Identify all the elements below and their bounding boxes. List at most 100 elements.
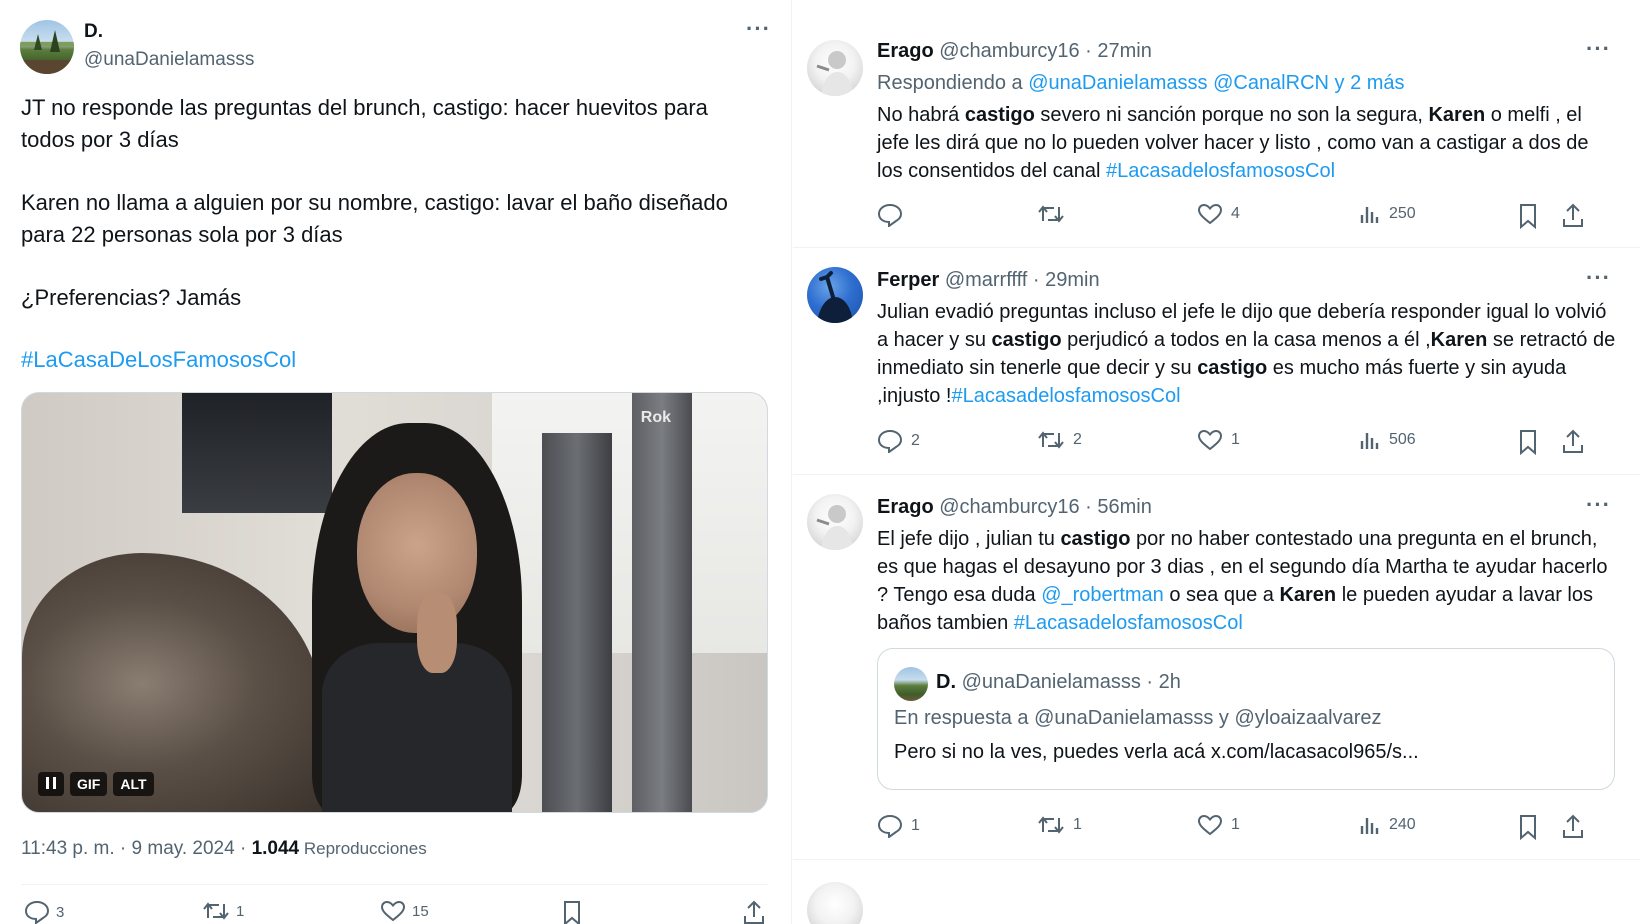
avatar[interactable] xyxy=(807,267,863,323)
reply-button[interactable]: 2 xyxy=(877,429,920,453)
reply-actions: 4 250 xyxy=(877,203,1617,231)
avatar xyxy=(894,667,928,701)
reply-time[interactable]: · 27min xyxy=(1080,40,1152,62)
timestamp[interactable]: 11:43 p. m. · 9 may. 2024 · xyxy=(21,838,252,859)
repost-button[interactable]: 1 xyxy=(202,900,244,922)
like-button[interactable]: 4 xyxy=(1197,203,1240,225)
author-name[interactable]: Erago xyxy=(877,496,934,518)
divider xyxy=(21,884,768,885)
like-button[interactable]: 1 xyxy=(1197,814,1240,836)
bookmark-icon xyxy=(1517,203,1539,229)
share-button[interactable] xyxy=(1561,814,1585,840)
avatar[interactable] xyxy=(807,494,863,550)
share-icon xyxy=(742,900,766,924)
more-icon[interactable]: ··· xyxy=(1586,492,1611,518)
reply-tweet[interactable]: Erago @chamburcy16 · 27min ··· Respondie… xyxy=(793,0,1640,248)
reply-count: 3 xyxy=(56,903,65,921)
pause-icon xyxy=(45,776,57,790)
like-count: 1 xyxy=(1231,431,1240,448)
reply-time[interactable]: · 29min xyxy=(1027,269,1100,291)
share-button[interactable] xyxy=(742,900,766,924)
hashtag-link[interactable]: @_robertman xyxy=(1041,584,1164,606)
author-name[interactable]: Ferper xyxy=(877,269,939,291)
reply-tweet[interactable]: Ferper @marrffff · 29min ··· Julian evad… xyxy=(793,249,1640,475)
author-name[interactable]: D. xyxy=(84,21,103,43)
views-button[interactable]: 250 xyxy=(1359,203,1416,225)
avatar xyxy=(807,882,863,924)
hashtag-link[interactable]: #LaCasaDeLosFamososCol xyxy=(21,344,761,376)
repost-count: 1 xyxy=(1073,816,1082,833)
reply-actions: 1 1 1 240 xyxy=(877,774,1617,840)
pause-button[interactable] xyxy=(38,772,64,796)
hashtag-link[interactable]: #LacasadelosfamososCol xyxy=(951,385,1180,407)
reply-time[interactable]: · 56min xyxy=(1080,496,1152,518)
highlight-term: castigo xyxy=(964,104,1035,126)
more-icon[interactable]: ··· xyxy=(1586,265,1611,291)
like-count: 1 xyxy=(1231,816,1240,833)
reply-tweet-partial[interactable] xyxy=(793,876,1640,924)
reply-header: Ferper @marrffff · 29min xyxy=(877,269,1100,292)
gif-media[interactable]: Rok GIF ALT xyxy=(21,392,768,813)
repost-button[interactable]: 1 xyxy=(1037,814,1082,836)
quote-text: Pero si no la ves, puedes verla acá x.co… xyxy=(894,741,1419,763)
views-icon xyxy=(1359,814,1381,836)
like-button[interactable]: 1 xyxy=(1197,429,1240,451)
alt-badge[interactable]: ALT xyxy=(113,772,154,796)
hashtag-link[interactable]: #LacasadelosfamososCol xyxy=(1106,160,1335,182)
like-button[interactable]: 15 xyxy=(380,900,429,922)
reply-text: El jefe dijo , julian tu castigo por no … xyxy=(877,525,1617,637)
repost-button[interactable]: 2 xyxy=(1037,429,1082,451)
views-icon xyxy=(1359,429,1381,451)
share-icon xyxy=(1561,429,1585,455)
share-button[interactable] xyxy=(1561,203,1585,229)
quote-time: · 2h xyxy=(1140,671,1181,693)
like-icon xyxy=(1197,429,1223,451)
author-handle[interactable]: @unaDanielamasss xyxy=(84,49,254,71)
view-count: 506 xyxy=(1389,431,1416,448)
tweet-text: JT no responde las preguntas del brunch,… xyxy=(21,92,761,407)
repost-icon xyxy=(202,900,230,922)
replying-to-link[interactable]: @unaDanielamasss @CanalRCN y 2 más xyxy=(1028,72,1404,94)
bookmark-button[interactable] xyxy=(561,900,583,924)
reply-button[interactable]: 1 xyxy=(877,814,920,838)
hashtag-link[interactable]: #LacasadelosfamososCol xyxy=(1014,612,1243,634)
bookmark-button[interactable] xyxy=(1517,203,1539,229)
reply-icon xyxy=(24,900,50,924)
highlight-term: Karen xyxy=(1430,329,1488,351)
like-count: 4 xyxy=(1231,205,1240,222)
like-icon xyxy=(1197,203,1223,225)
reply-header: Erago @chamburcy16 · 56min xyxy=(877,496,1152,519)
views-button[interactable]: 506 xyxy=(1359,429,1416,451)
tweet-paragraph: ¿Preferencias? Jamás xyxy=(21,285,242,310)
text-segment: severo ni sanción porque no son la segur… xyxy=(1034,104,1429,126)
avatar[interactable] xyxy=(20,20,74,74)
reply-button[interactable] xyxy=(877,203,911,227)
author-handle[interactable]: @chamburcy16 xyxy=(939,496,1079,518)
author-handle[interactable]: @chamburcy16 xyxy=(939,40,1079,62)
repost-icon xyxy=(1037,203,1065,225)
bookmark-button[interactable] xyxy=(1517,814,1539,840)
author-name[interactable]: Erago xyxy=(877,40,934,62)
reply-icon xyxy=(877,429,903,453)
repost-icon xyxy=(1037,429,1065,451)
text-segment: o sea que a xyxy=(1163,584,1280,606)
replies-column: Erago @chamburcy16 · 27min ··· Respondie… xyxy=(793,0,1640,924)
reply-tweet[interactable]: Erago @chamburcy16 · 56min ··· El jefe d… xyxy=(793,476,1640,860)
views-icon xyxy=(1359,203,1381,225)
author-handle[interactable]: @marrffff xyxy=(945,269,1028,291)
avatar[interactable] xyxy=(807,40,863,96)
more-icon[interactable]: ··· xyxy=(1586,36,1611,62)
like-icon xyxy=(1197,814,1223,836)
quoted-tweet[interactable]: D. @unaDanielamasss · 2h En respuesta a … xyxy=(877,648,1615,790)
reply-icon xyxy=(877,814,903,838)
share-button[interactable] xyxy=(1561,429,1585,455)
views-button[interactable]: 240 xyxy=(1359,814,1416,836)
more-icon[interactable]: ··· xyxy=(746,16,771,42)
replying-label: Respondiendo a xyxy=(877,72,1029,94)
quote-in-reply-to: En respuesta a @unaDanielamasss y @yloai… xyxy=(894,707,1382,729)
repost-button[interactable] xyxy=(1037,203,1073,225)
reply-button[interactable]: 3 xyxy=(24,900,64,924)
share-icon xyxy=(1561,814,1585,840)
bookmark-button[interactable] xyxy=(1517,429,1539,455)
gif-controls: GIF ALT xyxy=(38,772,154,796)
